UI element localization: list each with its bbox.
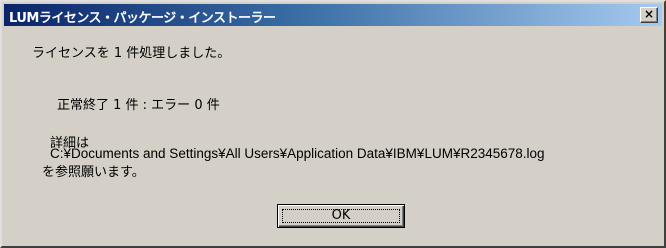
log-file-path: C:¥Documents and Settings¥All Users¥Appl… [50, 146, 545, 161]
result-status: 正常終了 1 件 : エラー 0 件 [57, 98, 220, 113]
refer-message: を参照願います。 [42, 165, 145, 180]
installer-dialog: LUMライセンス・パッケージ・インストーラー × ライセンスを 1 件処理しまし… [0, 0, 666, 248]
close-button[interactable]: × [640, 7, 658, 23]
close-icon: × [643, 7, 655, 21]
title-bar[interactable]: LUMライセンス・パッケージ・インストーラー × [4, 4, 662, 26]
ok-button[interactable]: OK [277, 204, 405, 228]
ok-button-label: OK [331, 208, 351, 223]
window-title: LUMライセンス・パッケージ・インストーラー [9, 11, 276, 26]
processed-message: ライセンスを 1 件処理しました。 [32, 46, 231, 61]
